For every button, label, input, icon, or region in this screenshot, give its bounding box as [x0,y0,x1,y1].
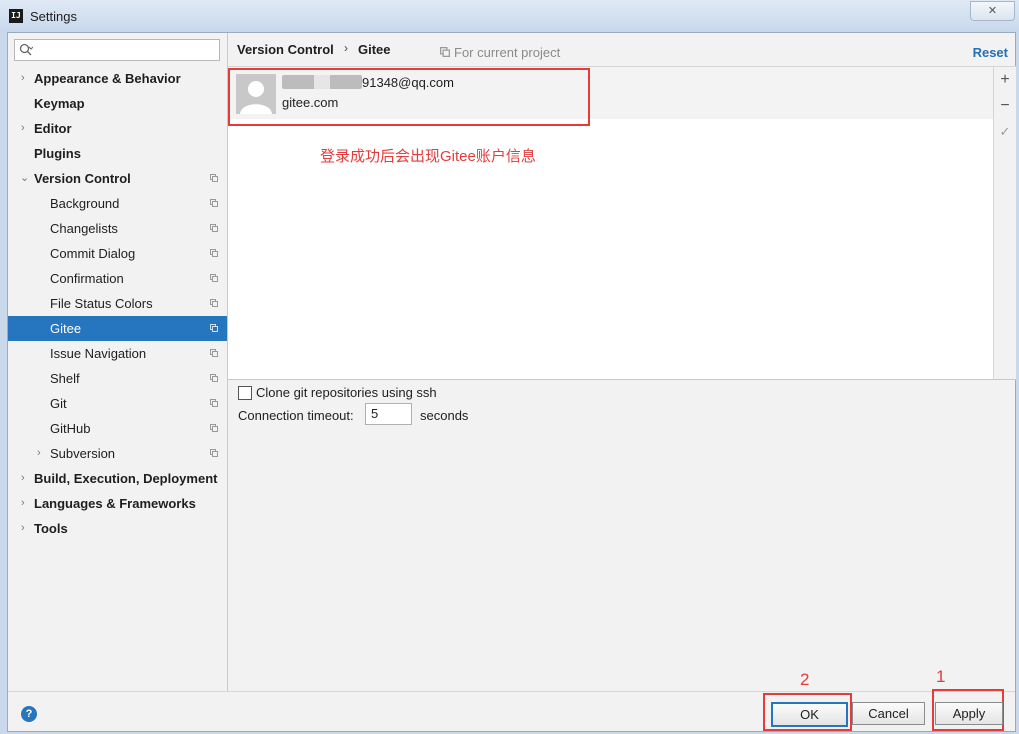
sidebar-item-tools[interactable]: › Tools [8,516,227,541]
sidebar-item-gitee[interactable]: Gitee [8,316,227,341]
annotation-highlight-account [228,68,590,126]
chevron-right-icon: › [21,122,25,134]
annotation-number-apply: 1 [936,667,946,686]
sidebar-item-editor[interactable]: › Editor [8,116,227,141]
timeout-input[interactable]: 5 [365,403,412,425]
sidebar-item-appearance-behavior[interactable]: › Appearance & Behavior [8,66,227,91]
connection-timeout-option: Connection timeout: 5 seconds [238,403,538,427]
project-scope-icon [210,249,218,257]
sidebar-item-background[interactable]: Background [8,191,227,216]
title-bar: IJ Settings ✕ [0,0,1019,32]
chevron-right-icon: › [21,472,25,484]
sidebar-item-plugins[interactable]: Plugins [8,141,227,166]
chevron-down-icon: ⌄ [20,172,30,184]
ok-button[interactable]: OK [771,702,848,727]
chevron-right-icon: › [21,72,25,84]
help-icon[interactable]: ? [21,706,37,722]
remove-icon[interactable]: − [998,98,1012,114]
settings-header: Version Control › Gitee For current proj… [228,33,1015,66]
reset-link[interactable]: Reset [973,45,1008,60]
apply-button[interactable]: Apply [935,702,1003,725]
project-scope-icon [210,374,218,382]
project-scope-icon [210,324,218,332]
sidebar-item-languages-frameworks[interactable]: › Languages & Frameworks [8,491,227,516]
sidebar-item-git[interactable]: Git [8,391,227,416]
cancel-button[interactable]: Cancel [852,702,925,725]
project-scope-icon [210,449,218,457]
sidebar-item-build-execution-deployment[interactable]: › Build, Execution, Deployment [8,466,227,491]
timeout-label: Connection timeout: [238,408,354,423]
project-scope-icon [210,299,218,307]
sidebar-item-github[interactable]: GitHub [8,416,227,441]
close-button[interactable]: ✕ [970,1,1015,21]
sidebar-item-version-control[interactable]: ⌄ Version Control [8,166,227,191]
scope-label: For current project [454,45,561,60]
chevron-right-icon: › [21,522,25,534]
project-scope-icon [210,199,218,207]
breadcrumb-current: Gitee [358,42,391,57]
app-icon: IJ [9,9,23,23]
search-field[interactable] [14,39,220,61]
check-icon[interactable]: ✓ [998,125,1012,139]
clone-ssh-label: Clone git repositories using ssh [256,385,437,400]
sidebar-item-issue-navigation[interactable]: Issue Navigation [8,341,227,366]
project-scope-icon [210,424,218,432]
annotation-number-ok: 2 [800,670,810,689]
project-scope-icon [440,47,450,57]
accounts-list: 91348@qq.com gitee.com 登录成功后会出现Gitee账户信息 [228,66,993,380]
sidebar-item-file-status-colors[interactable]: File Status Colors [8,291,227,316]
project-scope-icon [210,274,218,282]
timeout-unit: seconds [420,408,469,423]
sidebar-item-keymap[interactable]: Keymap [8,91,227,116]
sidebar-item-subversion[interactable]: › Subversion [8,441,227,466]
dialog-footer: ? 2 OK Cancel 1 Apply [8,667,1015,732]
project-scope-icon [210,399,218,407]
breadcrumb-parent[interactable]: Version Control [237,42,334,57]
project-scope-icon [210,174,218,182]
accounts-toolbar: + − ✓ [993,66,1016,380]
sidebar-item-shelf[interactable]: Shelf [8,366,227,391]
sidebar-item-changelists[interactable]: Changelists [8,216,227,241]
window-title: Settings [30,9,77,24]
settings-dialog: › Appearance & Behavior Keymap › Editor … [7,32,1016,732]
breadcrumb-separator: › [344,41,348,55]
add-icon[interactable]: + [998,72,1012,88]
settings-sidebar: › Appearance & Behavior Keymap › Editor … [8,33,228,691]
search-icon [19,43,33,56]
project-scope-icon [210,224,218,232]
chevron-right-icon: › [21,497,25,509]
project-scope-icon [210,349,218,357]
clone-ssh-checkbox[interactable] [238,386,252,400]
chevron-right-icon: › [37,447,41,459]
annotation-text: 登录成功后会出现Gitee账户信息 [320,148,536,165]
scope-indicator: For current project [440,45,560,60]
sidebar-item-commit-dialog[interactable]: Commit Dialog [8,241,227,266]
sidebar-item-confirmation[interactable]: Confirmation [8,266,227,291]
